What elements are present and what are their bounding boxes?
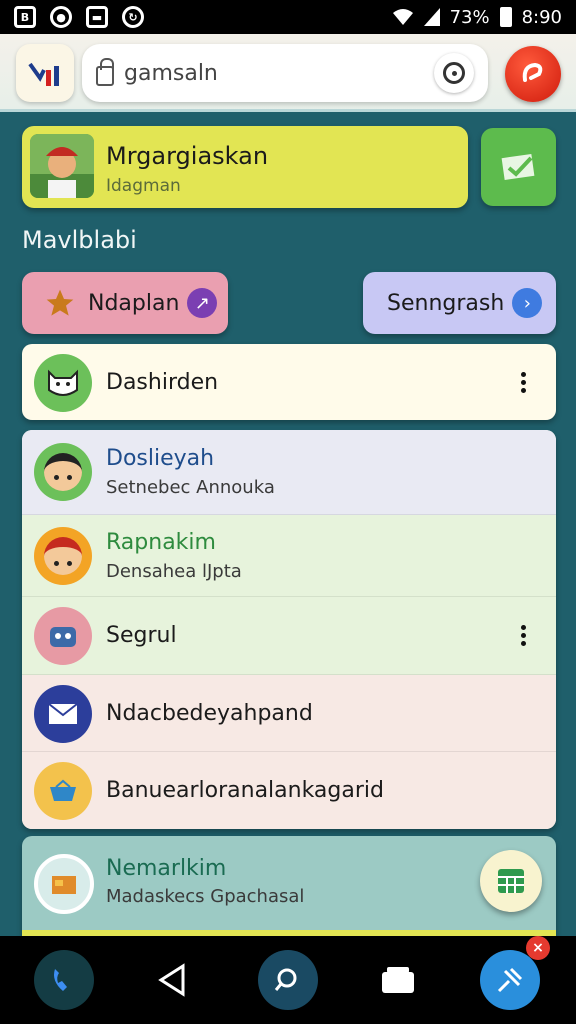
- battery-percent: 73%: [449, 6, 490, 28]
- app-logo[interactable]: [16, 44, 74, 102]
- list-item[interactable]: Doslieyah Setnebec Annouka: [22, 430, 556, 515]
- app-bar: [0, 34, 576, 112]
- list-item-subtitle: Densahea lJpta: [106, 560, 242, 582]
- lock-icon: [96, 58, 114, 86]
- section-heading: Mavlblabi: [22, 226, 137, 254]
- spreadsheet-fab[interactable]: [480, 850, 542, 912]
- list-item-title: Banuearloranalankagarid: [106, 778, 384, 803]
- list-item[interactable]: Segrul: [22, 597, 556, 675]
- notification-badge[interactable]: ×: [526, 936, 550, 960]
- mail-icon: [34, 685, 92, 743]
- list-item[interactable]: Ndacbedeyahpand: [22, 675, 556, 752]
- folder-icon: [34, 854, 94, 914]
- target-icon[interactable]: [434, 53, 474, 93]
- profile-name: Mrgargiaskan: [106, 142, 269, 170]
- list-item[interactable]: Banuearloranalankagarid: [22, 752, 556, 829]
- search-button[interactable]: [258, 950, 318, 1010]
- back-button[interactable]: [142, 950, 202, 1010]
- battery-icon: [499, 7, 512, 27]
- check-icon: [501, 154, 534, 180]
- list-item-title: Doslieyah: [106, 446, 215, 471]
- chip-label: Senngrash: [387, 290, 505, 316]
- red-action-button[interactable]: [505, 46, 561, 102]
- app-b-icon: B: [14, 6, 36, 28]
- spreadsheet-icon: [498, 869, 524, 893]
- search-input[interactable]: [124, 60, 434, 86]
- basket-icon: [34, 762, 92, 820]
- list-item-title: Ndacbedeyahpand: [106, 700, 313, 726]
- pin-button[interactable]: [480, 950, 540, 1010]
- chip-label: Ndaplan: [88, 290, 180, 316]
- search-icon: [274, 968, 297, 991]
- list-item-title: Segrul: [106, 623, 177, 648]
- person-avatar-icon: [34, 443, 92, 501]
- list-item-title: Nemarlkim: [106, 856, 227, 881]
- bottom-list-item[interactable]: Nemarlkim Madaskecs Gpachasal: [22, 836, 556, 936]
- arrow-icon: ↗: [187, 288, 218, 318]
- search-bar[interactable]: [82, 44, 488, 102]
- refresh-icon: ↻: [122, 6, 144, 28]
- alert-swirl-icon: [522, 62, 543, 82]
- files-button[interactable]: [368, 950, 428, 1010]
- status-bar: B ● ▬ ↻ 73% 8:90: [0, 0, 576, 34]
- back-icon: [158, 963, 185, 997]
- list-item-subtitle: Setnebec Annouka: [106, 477, 275, 498]
- chevron-right-icon: ›: [512, 288, 543, 318]
- list-item[interactable]: Dashirden: [22, 344, 556, 420]
- list-item-title: Dashirden: [106, 369, 219, 395]
- avatar: [30, 134, 94, 198]
- chart-logo-icon: [28, 62, 59, 86]
- person-fez-avatar-icon: [34, 527, 92, 585]
- more-options-icon[interactable]: [521, 625, 526, 646]
- profile-subtitle: Idagman: [106, 176, 181, 196]
- chip-ndaplan[interactable]: Ndaplan ↗: [22, 272, 228, 334]
- nav-bar: [0, 936, 576, 1024]
- chip-senngrash[interactable]: Senngrash ›: [363, 272, 556, 334]
- phone-button[interactable]: [34, 950, 94, 1010]
- list-item[interactable]: Rapnakim Densahea lJpta: [22, 515, 556, 597]
- clock-circle-icon: ●: [50, 6, 72, 28]
- confirm-button[interactable]: [481, 128, 556, 206]
- profile-card[interactable]: Mrgargiaskan Idagman: [22, 126, 468, 208]
- more-options-icon[interactable]: [521, 372, 526, 393]
- robot-icon: [34, 607, 92, 665]
- star-icon: [46, 289, 74, 316]
- list-item-subtitle: Madaskecs Gpachasal: [106, 886, 305, 907]
- cat-face-icon: [34, 354, 92, 412]
- contacts-list: Doslieyah Setnebec Annouka Rapnakim Dens…: [22, 430, 556, 829]
- image-icon: ▬: [86, 6, 108, 28]
- wifi-icon: [392, 9, 413, 25]
- dashboard-card[interactable]: Dashirden: [22, 344, 556, 420]
- files-icon: [382, 967, 414, 993]
- signal-icon: [423, 8, 440, 26]
- clock-time: 8:90: [521, 6, 562, 28]
- pin-icon: [497, 967, 523, 993]
- phone-icon: [54, 969, 67, 991]
- list-item-title: Rapnakim: [106, 529, 216, 555]
